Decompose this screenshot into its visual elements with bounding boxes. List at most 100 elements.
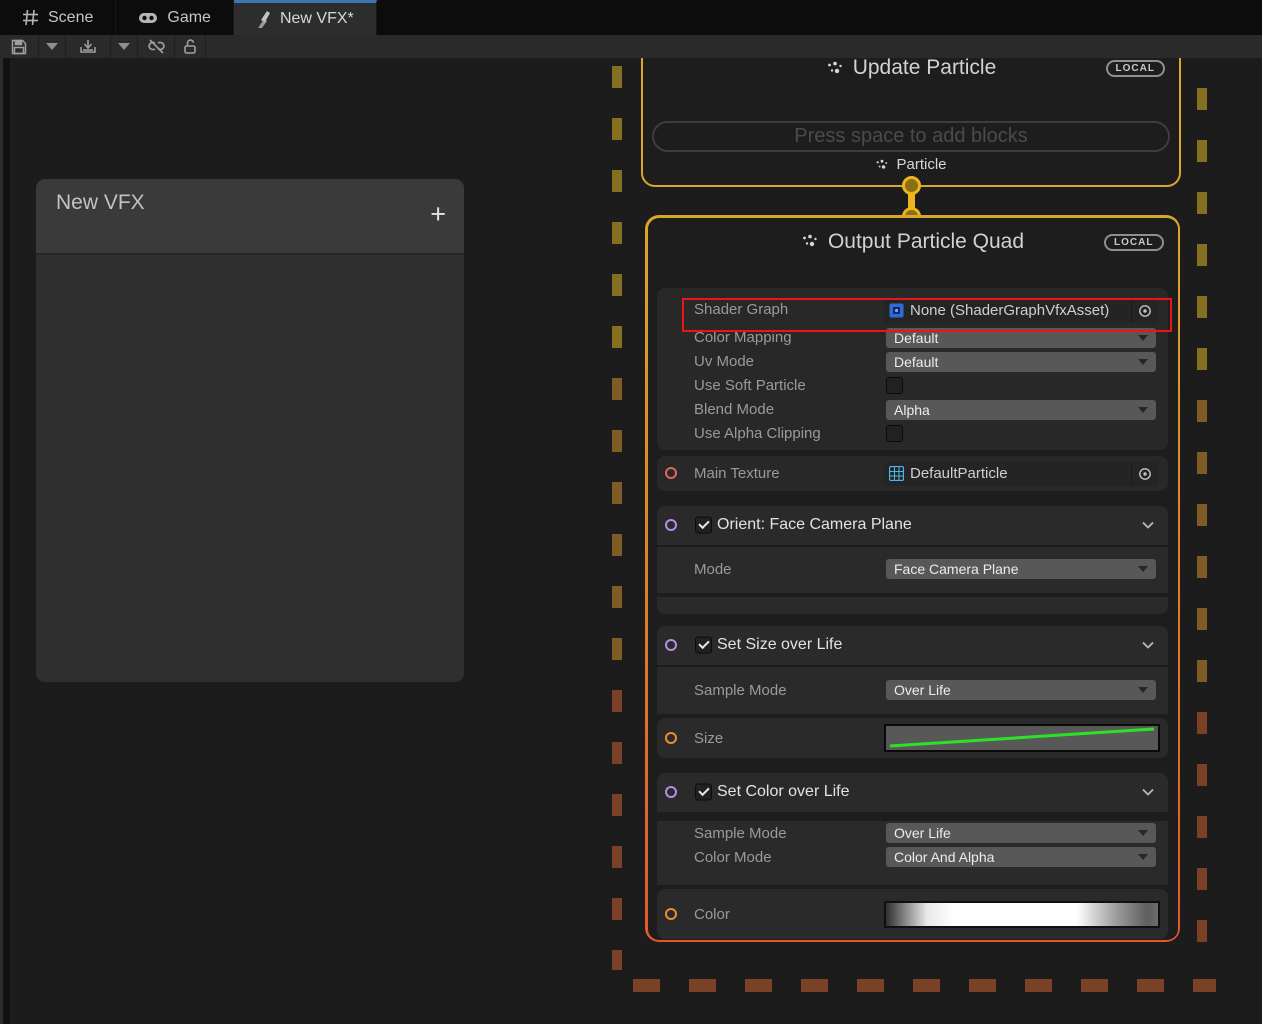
tab-scene-label: Scene	[48, 9, 93, 27]
particle-icon	[801, 234, 819, 249]
system-dash-border-left	[612, 66, 622, 970]
main-texture-port[interactable]	[665, 467, 677, 479]
use-alpha-clipping-label: Use Alpha Clipping	[694, 425, 821, 442]
orient-mode-dropdown[interactable]: Face Camera Plane	[886, 559, 1156, 579]
set-size-block-header[interactable]: Set Size over Life	[657, 626, 1168, 665]
size-curve-line	[886, 726, 1158, 750]
orient-block-footer	[657, 597, 1168, 614]
flow-port-label: Particle	[896, 156, 946, 173]
use-alpha-clipping-checkbox[interactable]	[886, 425, 903, 442]
blackboard-header: New VFX +	[36, 179, 464, 255]
particle-icon	[826, 61, 844, 76]
size-sample-mode-dropdown[interactable]: Over Life	[886, 680, 1156, 700]
set-color-block-title: Set Color over Life	[717, 783, 850, 801]
shader-graph-object-field[interactable]: None (ShaderGraphVfxAsset)	[884, 299, 1158, 323]
set-color-block-port[interactable]	[665, 786, 677, 798]
color-gradient-row: Color	[657, 889, 1168, 939]
unlink-button[interactable]	[138, 35, 175, 58]
blackboard-add-button[interactable]: +	[430, 199, 446, 229]
graph-canvas[interactable]: New VFX + Update Particle LOCAL Press sp…	[0, 58, 1262, 1024]
dropdown-caret-icon	[46, 43, 58, 50]
toolbar	[0, 35, 1262, 59]
size-label: Size	[694, 730, 723, 747]
texture-asset-icon	[889, 466, 904, 481]
add-blocks-placeholder[interactable]: Press space to add blocks	[652, 121, 1170, 152]
uv-mode-row: Uv Mode Default	[657, 350, 1168, 374]
output-node-header: Output Particle Quad	[648, 218, 1178, 254]
save-icon	[11, 39, 27, 55]
orient-block-port[interactable]	[665, 519, 677, 531]
tab-game[interactable]: Game	[116, 0, 234, 35]
set-size-block-title: Set Size over Life	[717, 636, 842, 654]
output-node-title: Output Particle Quad	[828, 230, 1024, 254]
size-port[interactable]	[665, 732, 677, 744]
blackboard-title: New VFX	[56, 191, 145, 215]
size-curve-field[interactable]	[884, 724, 1160, 752]
update-node-header: Update Particle	[643, 58, 1179, 80]
shader-graph-value: None (ShaderGraphVfxAsset)	[904, 302, 1131, 319]
blend-mode-dropdown[interactable]: Alpha	[886, 400, 1156, 420]
color-mapping-label: Color Mapping	[694, 329, 792, 346]
chevron-down-icon[interactable]	[1142, 516, 1154, 534]
size-sample-mode-row: Sample Mode Over Life	[657, 667, 1168, 691]
save-as-dropdown-button[interactable]	[111, 35, 138, 58]
orient-enabled-checkbox[interactable]	[695, 517, 712, 534]
color-mode-label: Color Mode	[694, 849, 772, 866]
save-as-button[interactable]	[66, 35, 111, 58]
lock-toggle-button[interactable]	[175, 35, 206, 58]
set-size-enabled-checkbox[interactable]	[695, 637, 712, 654]
main-texture-value: DefaultParticle	[904, 465, 1131, 482]
update-particle-node[interactable]: Update Particle LOCAL Press space to add…	[641, 58, 1181, 187]
color-sample-mode-dropdown[interactable]: Over Life	[886, 823, 1156, 843]
save-button[interactable]	[0, 35, 39, 58]
orient-mode-label: Mode	[694, 561, 732, 578]
output-settings-panel: Shader Graph None (ShaderGraphVfxAsset)	[657, 288, 1168, 450]
broken-link-icon	[147, 39, 166, 54]
local-badge: LOCAL	[1106, 60, 1165, 77]
color-port[interactable]	[665, 908, 677, 920]
shader-graph-row: Shader Graph None (ShaderGraphVfxAsset)	[657, 298, 1168, 326]
tab-new-vfx[interactable]: New VFX*	[234, 0, 377, 35]
tab-scene[interactable]: Scene	[0, 0, 116, 35]
color-mapping-row: Color Mapping Default	[657, 326, 1168, 350]
color-gradient-field[interactable]	[884, 901, 1160, 928]
local-badge: LOCAL	[1104, 234, 1163, 251]
left-edge-strip	[0, 58, 10, 1024]
tab-new-vfx-label: New VFX*	[280, 10, 354, 28]
object-picker-icon[interactable]	[1131, 462, 1158, 486]
blend-mode-label: Blend Mode	[694, 401, 774, 418]
output-particle-quad-node[interactable]: Output Particle Quad LOCAL Shader Graph …	[645, 215, 1180, 942]
chevron-down-icon[interactable]	[1142, 783, 1154, 801]
color-mode-row: Color Mode Color And Alpha	[657, 845, 1168, 869]
chevron-down-icon[interactable]	[1142, 636, 1154, 654]
system-dash-border-right	[1197, 88, 1207, 960]
object-picker-icon[interactable]	[1131, 299, 1158, 323]
system-dash-border-bottom	[633, 979, 1216, 992]
set-color-block-header[interactable]: Set Color over Life	[657, 773, 1168, 812]
shader-graph-asset-icon	[889, 303, 904, 318]
main-texture-object-field[interactable]: DefaultParticle	[884, 462, 1158, 486]
color-mode-dropdown[interactable]: Color And Alpha	[886, 847, 1156, 867]
orient-block-header[interactable]: Orient: Face Camera Plane	[657, 506, 1168, 545]
color-sample-mode-row: Sample Mode Over Life	[657, 821, 1168, 845]
dropdown-caret-icon	[118, 43, 130, 50]
uv-mode-label: Uv Mode	[694, 353, 754, 370]
set-color-block-body: Sample Mode Over Life Color Mode Color A…	[657, 821, 1168, 885]
save-dropdown-button[interactable]	[39, 35, 66, 58]
flow-output-anchor: Particle	[643, 156, 1179, 173]
set-size-block-port[interactable]	[665, 639, 677, 651]
tab-bar: Scene Game New VFX*	[0, 0, 1262, 35]
save-as-icon	[79, 39, 97, 55]
color-mapping-dropdown[interactable]: Default	[886, 328, 1156, 348]
size-sample-mode-label: Sample Mode	[694, 682, 787, 699]
update-node-title: Update Particle	[853, 58, 997, 80]
use-soft-particle-row: Use Soft Particle	[657, 374, 1168, 398]
size-curve-row: Size	[657, 718, 1168, 758]
main-texture-row: Main Texture DefaultParticle	[657, 456, 1168, 491]
uv-mode-dropdown[interactable]: Default	[886, 352, 1156, 372]
vfx-asset-icon	[256, 11, 271, 28]
flow-output-port[interactable]	[902, 176, 921, 195]
set-color-enabled-checkbox[interactable]	[695, 784, 712, 801]
use-soft-particle-checkbox[interactable]	[886, 377, 903, 394]
color-label: Color	[694, 906, 730, 923]
